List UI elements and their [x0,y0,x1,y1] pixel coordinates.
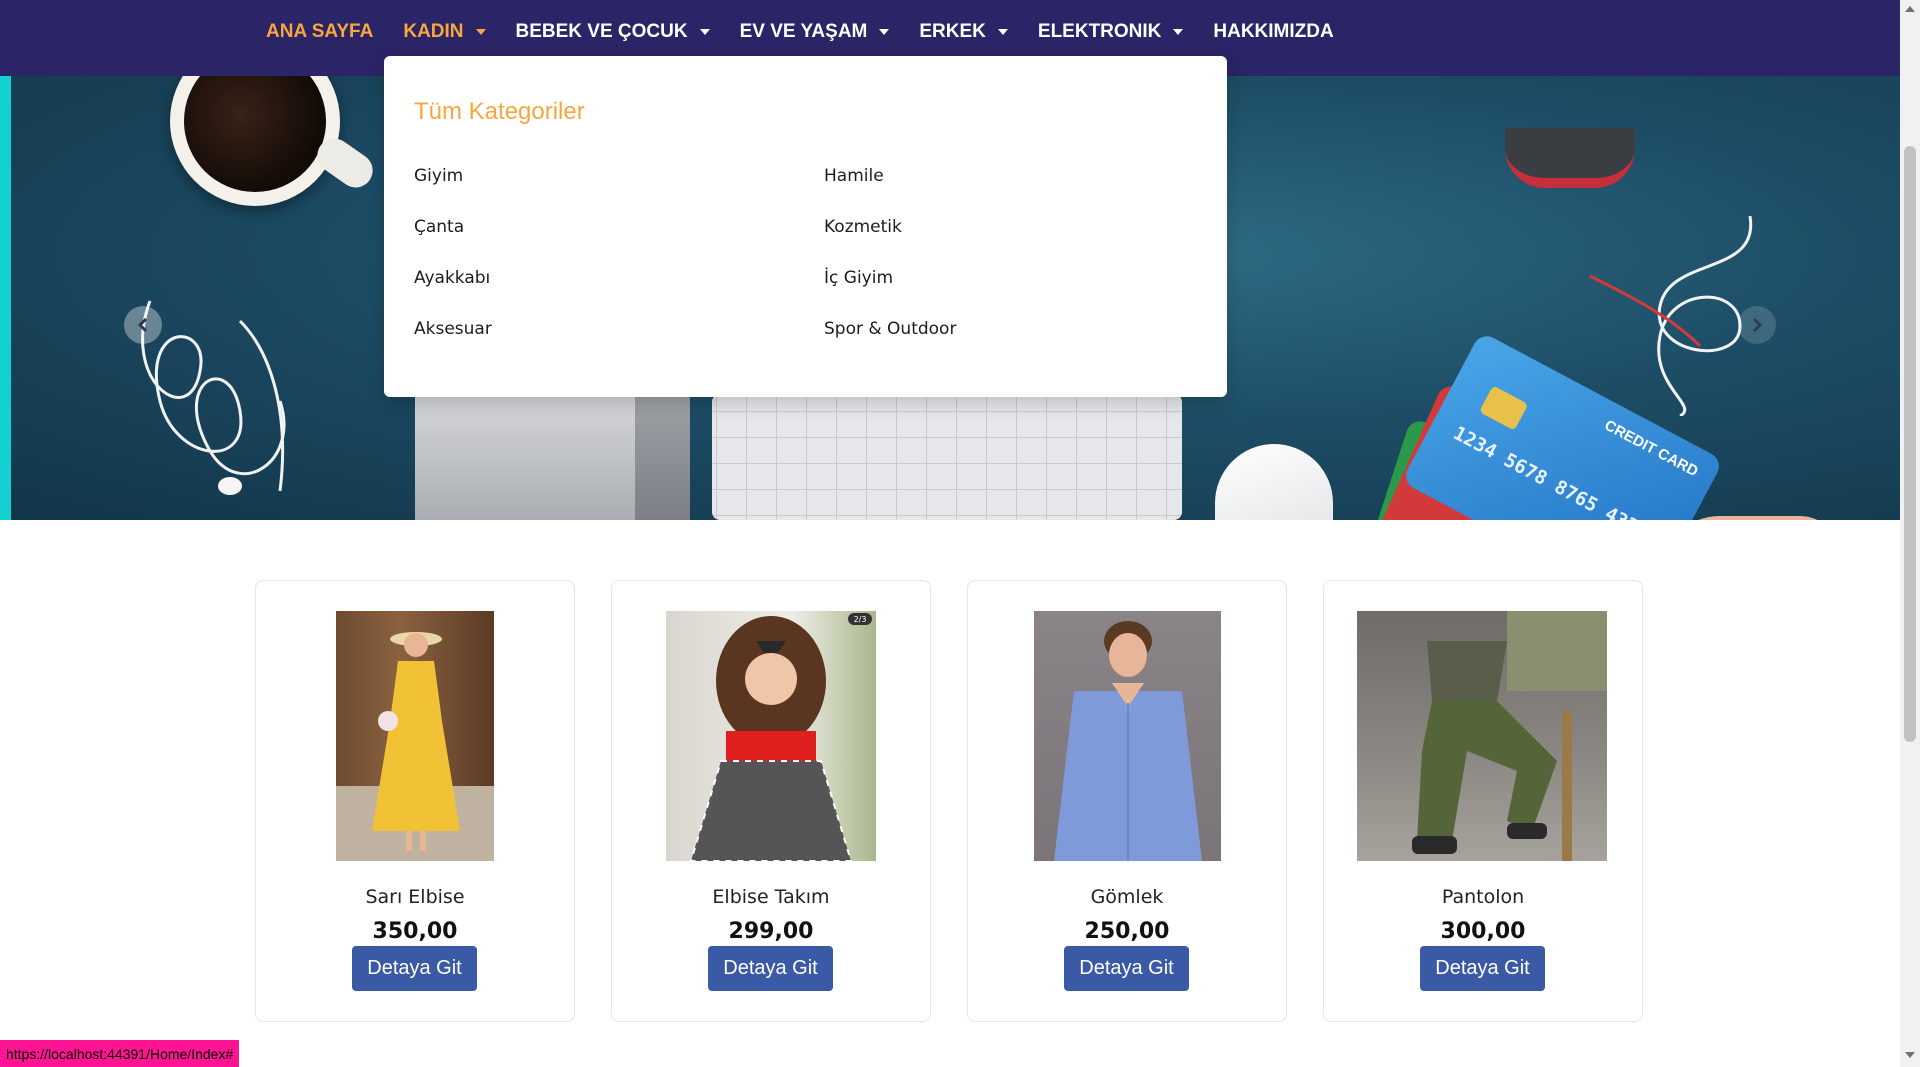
product-price: 350,00 [372,919,458,944]
coffee [184,76,326,192]
product-card: 2/3 Elbise Takım 299,00 Detaya Git [611,580,931,1022]
girl-outfit-photo: 2/3 [689,613,872,861]
detail-button[interactable]: Detaya Git [352,946,477,991]
product-image [1357,611,1607,861]
dropdown-item-ayakkabi[interactable]: Ayakkabı [414,268,492,319]
dropdown-item-spor-outdoor[interactable]: Spor & Outdoor [824,319,956,370]
photo-badge: 2/3 [854,615,867,624]
product-card: Gömlek 250,00 Detaya Git [967,580,1287,1022]
caret-down-icon [997,29,1008,35]
nav-item-label: EV VE YAŞAM [739,21,868,42]
pants-photo [1412,611,1607,861]
caret-down-icon [699,29,710,35]
nav-item-label: BEBEK VE ÇOCUK [515,21,688,42]
card-chip [1478,385,1529,431]
dropdown-item-aksesuar[interactable]: Aksesuar [414,319,492,370]
nav-item-kadin[interactable]: KADIN [403,21,486,43]
yellow-dress-photo [336,632,494,861]
nav-item-ev-ve-yasam[interactable]: EV VE YAŞAM [740,21,890,43]
caret-down-icon [879,29,890,35]
product-name: Gömlek [1090,886,1164,908]
detail-button[interactable]: Detaya Git [1064,946,1189,991]
status-bar-url: https://localhost:44391/Home/Index# [0,1040,240,1067]
nav-list: ANA SAYFA KADIN BEBEK VE ÇOCUK EV VE YAŞ… [266,0,1364,64]
shirt-photo [1054,621,1202,861]
page-scrollbar[interactable] [1900,0,1920,1067]
mouse-image [1215,444,1333,520]
nav-item-label: HAKKIMIZDA [1213,21,1334,42]
nav-item-elektronik[interactable]: ELEKTRONIK [1038,21,1184,43]
earphones-image [141,300,286,495]
dropdown-column-right: Hamile Kozmetik İç Giyim Spor & Outdoor [824,166,956,370]
product-grid: Sarı Elbise 350,00 Detaya Git 2/3 Elbise… [255,580,1645,1022]
product-name: Sarı Elbise [365,886,465,908]
dropdown-item-kozmetik[interactable]: Kozmetik [824,217,956,268]
nav-item-ana-sayfa[interactable]: ANA SAYFA [266,21,373,43]
carousel-prev-button[interactable] [124,306,162,344]
product-card: Sarı Elbise 350,00 Detaya Git [255,580,575,1022]
hero-accent-stripe [0,76,11,520]
product-image [336,611,494,861]
nav-item-label: ANA SAYFA [266,21,374,42]
product-price: 299,00 [728,919,814,944]
scroll-thumb[interactable] [1904,146,1916,742]
dropdown-item-canta[interactable]: Çanta [414,217,492,268]
caret-down-icon [1173,29,1184,35]
keyboard-image [712,394,1182,520]
carousel-next-button[interactable] [1738,306,1776,344]
dropdown-column-left: Giyim Çanta Ayakkabı Aksesuar [414,166,492,370]
scroll-down-icon[interactable] [1905,1052,1915,1058]
nav-item-label: ELEKTRONIK [1037,21,1162,42]
product-image [1034,611,1221,861]
detail-button[interactable]: Detaya Git [708,946,833,991]
product-name: Pantolon [1441,886,1525,908]
nav-item-hakkimizda[interactable]: HAKKIMIZDA [1213,21,1333,43]
scroll-up-icon[interactable] [1905,6,1915,12]
coffee-cup-image [170,76,340,206]
product-price: 250,00 [1084,919,1170,944]
nav-item-bebek-ve-cocuk[interactable]: BEBEK VE ÇOCUK [516,21,710,43]
dropdown-item-ic-giyim[interactable]: İç Giyim [824,268,956,319]
dropdown-item-giyim[interactable]: Giyim [414,166,492,217]
card-brand: CREDIT CARD [1601,416,1701,481]
chevron-right-icon [1752,317,1763,333]
product-card: Pantolon 300,00 Detaya Git [1323,580,1643,1022]
category-dropdown: Tüm Kategoriler Giyim Çanta Ayakkabı Aks… [384,56,1227,397]
product-image: 2/3 [666,611,876,861]
caret-down-icon [475,29,486,35]
product-price: 300,00 [1440,919,1526,944]
headphones-image [1505,128,1635,188]
product-name: Elbise Takım [712,886,830,908]
chevron-left-icon [137,317,148,333]
nav-item-erkek[interactable]: ERKEK [919,21,1008,43]
monitor-stand [415,396,635,520]
detail-button[interactable]: Detaya Git [1420,946,1545,991]
nav-item-label: ERKEK [919,21,986,42]
dropdown-title: Tüm Kategoriler [414,98,585,125]
dropdown-item-hamile[interactable]: Hamile [824,166,956,217]
monitor-stand-side [635,396,690,520]
nav-item-label: KADIN [403,21,464,42]
